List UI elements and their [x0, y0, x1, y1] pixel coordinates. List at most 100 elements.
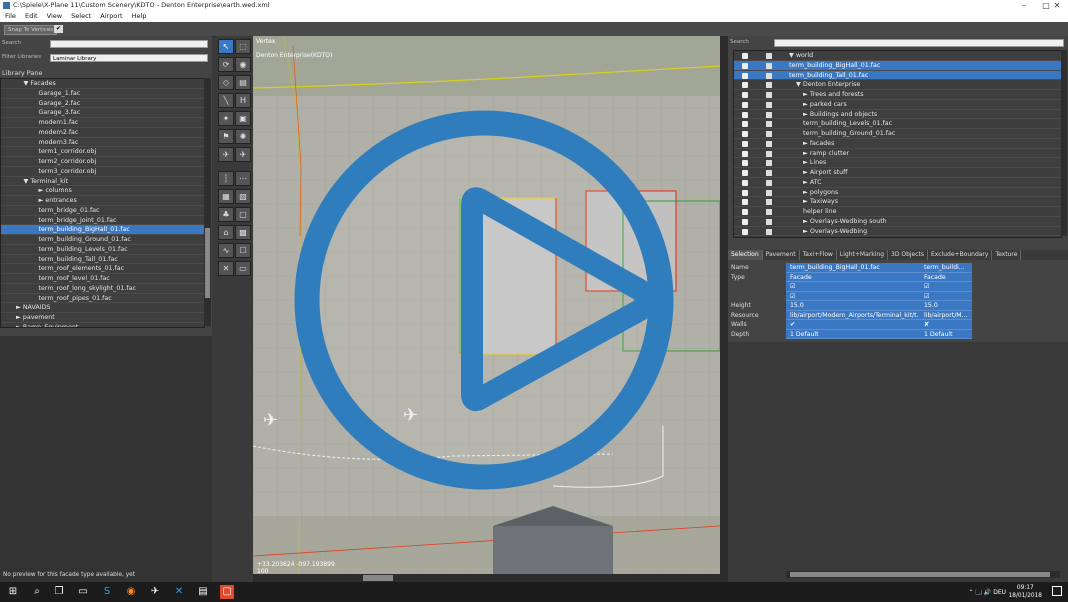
lock-toggle-icon[interactable]: [766, 62, 772, 69]
library-item[interactable]: term_bridge_01.fac: [1, 206, 204, 216]
notifications-icon[interactable]: [1052, 586, 1062, 596]
visibility-toggle-icon[interactable]: [742, 179, 748, 186]
hierarchy-row[interactable]: ► parked cars: [734, 100, 1061, 110]
polygon-tool-icon[interactable]: ▦: [218, 189, 234, 204]
property-row[interactable]: lib/airport/Modern_Airports/Terminal_kit…: [786, 311, 972, 321]
library-scroll-thumb[interactable]: [205, 228, 210, 298]
clock[interactable]: 09:17 18/01/2018: [1009, 584, 1042, 600]
boundary-tool-icon[interactable]: ◇: [218, 75, 234, 90]
hierarchy-row[interactable]: ▼ Denton Enterprise: [734, 80, 1061, 90]
notes-icon[interactable]: ▤: [196, 585, 210, 599]
lock-toggle-icon[interactable]: [766, 228, 772, 235]
lock-toggle-icon[interactable]: [766, 199, 772, 206]
property-row[interactable]: term_building_BigHall_01.fac term_buildi.…: [786, 263, 972, 273]
library-item[interactable]: ► columns: [1, 186, 204, 196]
hierarchy-row[interactable]: ► ATC: [734, 178, 1061, 188]
file-explorer-icon[interactable]: ▭: [76, 585, 90, 599]
library-item[interactable]: ▼ Facades: [1, 79, 204, 89]
hierarchy-scrollbar[interactable]: [1061, 50, 1067, 236]
lock-toggle-icon[interactable]: [766, 150, 772, 157]
forest-tool-icon[interactable]: ♣: [218, 207, 234, 222]
visibility-toggle-icon[interactable]: [742, 92, 748, 98]
property-value-second[interactable]: ☑: [924, 292, 970, 302]
library-item[interactable]: ► Ramp_Equipment: [1, 323, 204, 327]
hierarchy-row[interactable]: ► Airport stuff: [734, 168, 1061, 178]
visibility-toggle-icon[interactable]: [742, 209, 748, 215]
task-view-icon[interactable]: ❐: [52, 585, 66, 599]
close-button[interactable]: ✕: [1046, 0, 1068, 11]
library-filter-select[interactable]: Laminar Library: [50, 54, 208, 62]
visibility-toggle-icon[interactable]: [742, 160, 748, 167]
library-item[interactable]: term_building_Tall_01.fac: [1, 255, 204, 265]
lock-toggle-icon[interactable]: [766, 160, 772, 167]
lock-toggle-icon[interactable]: [766, 170, 772, 176]
visibility-toggle-icon[interactable]: [742, 53, 748, 59]
map-view[interactable]: ✈ ✈ Vertex Denton Enterprise(KDTO) +33.2…: [253, 36, 720, 582]
property-scrollbar[interactable]: [786, 571, 1060, 578]
rotate-tool-icon[interactable]: ⟳: [218, 57, 234, 72]
hierarchy-search-input[interactable]: [774, 39, 1064, 47]
marquee-tool-icon[interactable]: ⬚: [235, 39, 251, 54]
hierarchy-row[interactable]: ► Trees and forests: [734, 90, 1061, 100]
delete-tool-icon[interactable]: ✕: [218, 261, 234, 276]
library-item[interactable]: modern3.fac: [1, 138, 204, 148]
library-item[interactable]: term_roof_long_skylight_01.fac: [1, 284, 204, 294]
ramp-start-tool-icon[interactable]: ✈: [218, 147, 234, 162]
minimize-button[interactable]: –: [1013, 0, 1035, 11]
library-item[interactable]: ► pavement: [1, 313, 204, 323]
visibility-toggle-icon[interactable]: [742, 131, 748, 137]
hierarchy-row[interactable]: ► Lines: [734, 158, 1061, 168]
hierarchy-row[interactable]: term_building_BigHall_01.fac: [734, 60, 1061, 71]
map-vertical-scrollbar[interactable]: [720, 36, 728, 582]
draped-tool-icon[interactable]: ▩: [235, 225, 251, 240]
recorder-icon[interactable]: ▢: [220, 585, 234, 599]
hierarchy-row[interactable]: ► polygons: [734, 188, 1061, 198]
tab-taxi-flow[interactable]: Taxi+Flow: [800, 250, 837, 260]
lock-toggle-icon[interactable]: [766, 179, 772, 186]
truck-tool-icon[interactable]: ▭: [235, 261, 251, 276]
property-row[interactable]: ☑ ☑: [786, 282, 972, 292]
hierarchy-row[interactable]: ► facades: [734, 139, 1061, 149]
lock-toggle-icon[interactable]: [766, 53, 772, 59]
snap-to-vertices-button[interactable]: Snap To Vertices: [4, 25, 58, 35]
map-canvas[interactable]: ✈ ✈: [253, 36, 720, 582]
tab-light-marking[interactable]: Light+Marking: [837, 250, 888, 260]
map-hscroll-thumb[interactable]: [363, 575, 393, 581]
library-item[interactable]: ► entrances: [1, 196, 204, 206]
lock-toggle-icon[interactable]: [766, 111, 772, 118]
string-tool-icon[interactable]: ⋯: [235, 171, 251, 186]
sign-tool-icon[interactable]: ▣: [235, 111, 251, 126]
visibility-toggle-icon[interactable]: [742, 140, 748, 147]
visibility-toggle-icon[interactable]: [742, 82, 748, 89]
library-item[interactable]: modern2.fac: [1, 128, 204, 138]
system-tray[interactable]: ⌃ 🗔 🔊 DEU: [968, 588, 1006, 598]
property-value-second[interactable]: ☑: [924, 282, 970, 292]
object-tool-icon[interactable]: ▢: [235, 207, 251, 222]
visibility-toggle-icon[interactable]: [742, 218, 748, 225]
property-value-second[interactable]: lib/airport/M...: [924, 311, 970, 321]
property-value-second[interactable]: 15.0: [924, 301, 970, 311]
hierarchy-row[interactable]: ► ramp clutter: [734, 149, 1061, 159]
menu-select[interactable]: Select: [71, 11, 91, 22]
hierarchy-row[interactable]: ► Taxiways: [734, 197, 1061, 207]
visibility-toggle-icon[interactable]: [742, 62, 748, 69]
property-scroll-thumb[interactable]: [790, 572, 1050, 577]
property-value[interactable]: lib/airport/Modern_Airports/Terminal_kit…: [790, 311, 918, 321]
property-value-second[interactable]: Facade: [924, 273, 970, 283]
visibility-toggle-icon[interactable]: [742, 111, 748, 118]
visibility-toggle-icon[interactable]: [742, 199, 748, 206]
hierarchy-row[interactable]: ► Overlays-Wedbing south: [734, 217, 1061, 227]
lock-toggle-icon[interactable]: [766, 209, 772, 215]
lock-toggle-icon[interactable]: [766, 189, 772, 196]
taxi-route-tool-icon[interactable]: ∿: [218, 243, 234, 258]
library-item[interactable]: term_building_Ground_01.fac: [1, 235, 204, 245]
library-search-input[interactable]: [50, 40, 208, 48]
lock-toggle-icon[interactable]: [766, 92, 772, 98]
tab-texture[interactable]: Texture: [992, 250, 1022, 260]
menu-airport[interactable]: Airport: [100, 11, 122, 22]
hierarchy-row[interactable]: ► Overlays-Wedbing: [734, 227, 1061, 237]
map-horizontal-scrollbar[interactable]: [253, 574, 720, 582]
line-marking-tool-icon[interactable]: ┆: [218, 171, 234, 186]
library-item[interactable]: Garage_1.fac: [1, 89, 204, 99]
property-row[interactable]: ✔ ✘: [786, 320, 972, 330]
